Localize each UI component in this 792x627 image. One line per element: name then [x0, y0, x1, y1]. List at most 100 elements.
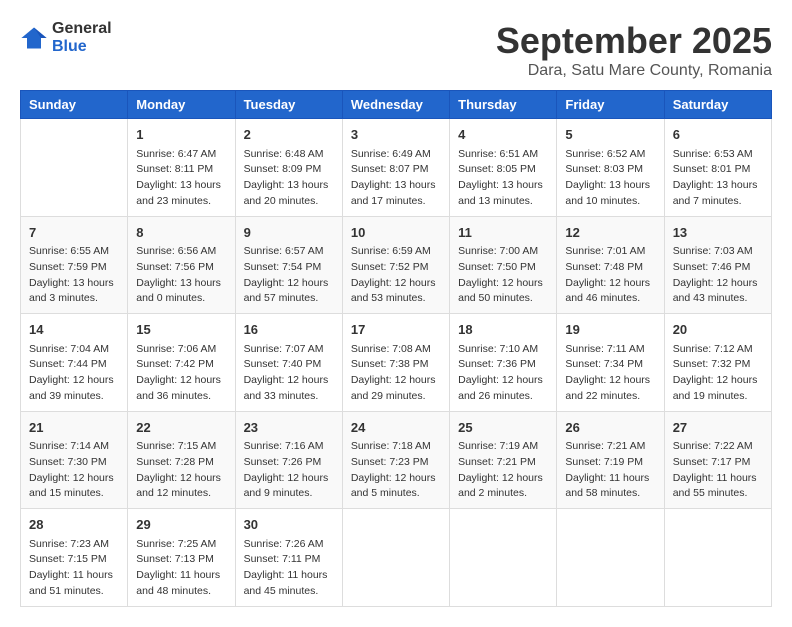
calendar-header: SundayMondayTuesdayWednesdayThursdayFrid… [21, 91, 772, 119]
day-number: 14 [29, 320, 119, 340]
day-number: 29 [136, 515, 226, 535]
day-number: 27 [673, 418, 763, 438]
day-info: Sunrise: 6:49 AMSunset: 8:07 PMDaylight:… [351, 147, 441, 210]
header-cell-thursday: Thursday [450, 91, 557, 119]
day-number: 7 [29, 223, 119, 243]
calendar-cell [21, 119, 128, 217]
day-info: Sunrise: 7:15 AMSunset: 7:28 PMDaylight:… [136, 439, 226, 502]
day-info: Sunrise: 7:25 AMSunset: 7:13 PMDaylight:… [136, 537, 226, 600]
day-number: 1 [136, 125, 226, 145]
header: General Blue September 2025 Dara, Satu M… [20, 20, 772, 80]
week-row-4: 21Sunrise: 7:14 AMSunset: 7:30 PMDayligh… [21, 411, 772, 509]
week-row-2: 7Sunrise: 6:55 AMSunset: 7:59 PMDaylight… [21, 216, 772, 314]
calendar-cell: 2Sunrise: 6:48 AMSunset: 8:09 PMDaylight… [235, 119, 342, 217]
week-row-3: 14Sunrise: 7:04 AMSunset: 7:44 PMDayligh… [21, 314, 772, 412]
logo: General Blue [20, 20, 112, 55]
day-info: Sunrise: 6:47 AMSunset: 8:11 PMDaylight:… [136, 147, 226, 210]
logo-general-text: General [52, 20, 112, 38]
week-row-1: 1Sunrise: 6:47 AMSunset: 8:11 PMDaylight… [21, 119, 772, 217]
calendar-cell: 29Sunrise: 7:25 AMSunset: 7:13 PMDayligh… [128, 509, 235, 607]
calendar-cell: 18Sunrise: 7:10 AMSunset: 7:36 PMDayligh… [450, 314, 557, 412]
day-number: 18 [458, 320, 548, 340]
day-number: 6 [673, 125, 763, 145]
calendar-cell: 17Sunrise: 7:08 AMSunset: 7:38 PMDayligh… [342, 314, 449, 412]
day-info: Sunrise: 7:23 AMSunset: 7:15 PMDaylight:… [29, 537, 119, 600]
logo-text: General Blue [52, 20, 112, 55]
day-number: 19 [565, 320, 655, 340]
day-number: 10 [351, 223, 441, 243]
calendar-cell: 6Sunrise: 6:53 AMSunset: 8:01 PMDaylight… [664, 119, 771, 217]
header-cell-saturday: Saturday [664, 91, 771, 119]
day-info: Sunrise: 6:52 AMSunset: 8:03 PMDaylight:… [565, 147, 655, 210]
day-info: Sunrise: 7:21 AMSunset: 7:19 PMDaylight:… [565, 439, 655, 502]
calendar-cell: 22Sunrise: 7:15 AMSunset: 7:28 PMDayligh… [128, 411, 235, 509]
day-info: Sunrise: 7:10 AMSunset: 7:36 PMDaylight:… [458, 342, 548, 405]
day-number: 11 [458, 223, 548, 243]
day-info: Sunrise: 6:53 AMSunset: 8:01 PMDaylight:… [673, 147, 763, 210]
calendar-cell: 15Sunrise: 7:06 AMSunset: 7:42 PMDayligh… [128, 314, 235, 412]
calendar-cell: 26Sunrise: 7:21 AMSunset: 7:19 PMDayligh… [557, 411, 664, 509]
day-number: 15 [136, 320, 226, 340]
day-info: Sunrise: 6:59 AMSunset: 7:52 PMDaylight:… [351, 244, 441, 307]
calendar-cell: 4Sunrise: 6:51 AMSunset: 8:05 PMDaylight… [450, 119, 557, 217]
calendar-cell: 13Sunrise: 7:03 AMSunset: 7:46 PMDayligh… [664, 216, 771, 314]
day-number: 23 [244, 418, 334, 438]
calendar-cell [342, 509, 449, 607]
day-number: 30 [244, 515, 334, 535]
logo-icon [20, 24, 48, 52]
day-number: 26 [565, 418, 655, 438]
calendar-cell: 19Sunrise: 7:11 AMSunset: 7:34 PMDayligh… [557, 314, 664, 412]
day-number: 20 [673, 320, 763, 340]
day-info: Sunrise: 7:14 AMSunset: 7:30 PMDaylight:… [29, 439, 119, 502]
day-info: Sunrise: 7:22 AMSunset: 7:17 PMDaylight:… [673, 439, 763, 502]
calendar-cell: 25Sunrise: 7:19 AMSunset: 7:21 PMDayligh… [450, 411, 557, 509]
day-info: Sunrise: 7:07 AMSunset: 7:40 PMDaylight:… [244, 342, 334, 405]
day-number: 4 [458, 125, 548, 145]
header-cell-monday: Monday [128, 91, 235, 119]
day-info: Sunrise: 6:57 AMSunset: 7:54 PMDaylight:… [244, 244, 334, 307]
calendar-cell [557, 509, 664, 607]
day-number: 17 [351, 320, 441, 340]
day-info: Sunrise: 7:12 AMSunset: 7:32 PMDaylight:… [673, 342, 763, 405]
day-number: 22 [136, 418, 226, 438]
day-number: 3 [351, 125, 441, 145]
day-number: 12 [565, 223, 655, 243]
calendar-cell [664, 509, 771, 607]
day-info: Sunrise: 6:48 AMSunset: 8:09 PMDaylight:… [244, 147, 334, 210]
calendar-cell: 30Sunrise: 7:26 AMSunset: 7:11 PMDayligh… [235, 509, 342, 607]
day-info: Sunrise: 7:03 AMSunset: 7:46 PMDaylight:… [673, 244, 763, 307]
calendar-cell: 12Sunrise: 7:01 AMSunset: 7:48 PMDayligh… [557, 216, 664, 314]
day-info: Sunrise: 7:01 AMSunset: 7:48 PMDaylight:… [565, 244, 655, 307]
calendar-cell: 1Sunrise: 6:47 AMSunset: 8:11 PMDaylight… [128, 119, 235, 217]
header-cell-wednesday: Wednesday [342, 91, 449, 119]
day-number: 8 [136, 223, 226, 243]
calendar-cell: 20Sunrise: 7:12 AMSunset: 7:32 PMDayligh… [664, 314, 771, 412]
sub-title: Dara, Satu Mare County, Romania [496, 62, 772, 80]
calendar-cell: 24Sunrise: 7:18 AMSunset: 7:23 PMDayligh… [342, 411, 449, 509]
calendar-cell: 11Sunrise: 7:00 AMSunset: 7:50 PMDayligh… [450, 216, 557, 314]
day-info: Sunrise: 6:55 AMSunset: 7:59 PMDaylight:… [29, 244, 119, 307]
title-area: September 2025 Dara, Satu Mare County, R… [496, 20, 772, 80]
day-info: Sunrise: 7:16 AMSunset: 7:26 PMDaylight:… [244, 439, 334, 502]
day-number: 21 [29, 418, 119, 438]
logo-blue-text: Blue [52, 38, 112, 56]
day-info: Sunrise: 7:06 AMSunset: 7:42 PMDaylight:… [136, 342, 226, 405]
calendar-cell [450, 509, 557, 607]
calendar-cell: 8Sunrise: 6:56 AMSunset: 7:56 PMDaylight… [128, 216, 235, 314]
header-cell-sunday: Sunday [21, 91, 128, 119]
calendar-cell: 10Sunrise: 6:59 AMSunset: 7:52 PMDayligh… [342, 216, 449, 314]
main-title: September 2025 [496, 20, 772, 62]
calendar-cell: 21Sunrise: 7:14 AMSunset: 7:30 PMDayligh… [21, 411, 128, 509]
day-number: 2 [244, 125, 334, 145]
day-number: 16 [244, 320, 334, 340]
calendar-cell: 9Sunrise: 6:57 AMSunset: 7:54 PMDaylight… [235, 216, 342, 314]
calendar-cell: 16Sunrise: 7:07 AMSunset: 7:40 PMDayligh… [235, 314, 342, 412]
week-row-5: 28Sunrise: 7:23 AMSunset: 7:15 PMDayligh… [21, 509, 772, 607]
calendar-cell: 23Sunrise: 7:16 AMSunset: 7:26 PMDayligh… [235, 411, 342, 509]
day-number: 28 [29, 515, 119, 535]
day-info: Sunrise: 7:26 AMSunset: 7:11 PMDaylight:… [244, 537, 334, 600]
calendar-cell: 5Sunrise: 6:52 AMSunset: 8:03 PMDaylight… [557, 119, 664, 217]
header-cell-tuesday: Tuesday [235, 91, 342, 119]
header-cell-friday: Friday [557, 91, 664, 119]
calendar-cell: 14Sunrise: 7:04 AMSunset: 7:44 PMDayligh… [21, 314, 128, 412]
